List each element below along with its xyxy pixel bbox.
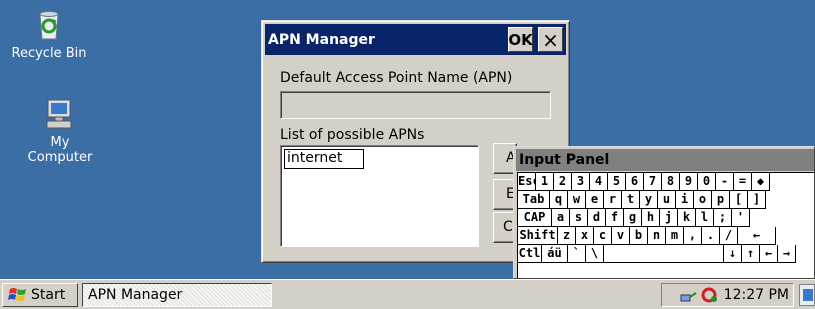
- keyboard-row: CAP a s d f g h j k l; ': [518, 209, 750, 227]
- my-computer-label-1: My: [50, 135, 70, 150]
- dialog-title: APN Manager: [268, 32, 375, 48]
- key-=[interactable]: =: [734, 173, 752, 191]
- key-l[interactable]: l: [696, 209, 714, 227]
- key-space[interactable]: [604, 245, 724, 263]
- taskbar: Start APN Manager 12:27 PM: [0, 279, 815, 309]
- key-2[interactable]: 2: [554, 173, 572, 191]
- key-Tab[interactable]: Tab: [518, 191, 550, 209]
- keyboard-row: Tab q w e r t y u i o p[]: [518, 191, 766, 209]
- key-CAP[interactable]: CAP: [518, 209, 552, 227]
- key-y[interactable]: y: [640, 191, 658, 209]
- key-r[interactable]: r: [604, 191, 622, 209]
- key-\[interactable]: \: [586, 245, 604, 263]
- apn-list-item[interactable]: internet: [284, 149, 364, 169]
- key-][interactable]: ]: [748, 191, 766, 209]
- key-◆[interactable]: ◆: [752, 173, 770, 191]
- key-'[interactable]: ': [732, 209, 750, 227]
- my-computer-label-2: Computer: [27, 150, 93, 165]
- key-n[interactable]: n: [648, 227, 666, 245]
- key-c[interactable]: c: [594, 227, 612, 245]
- key-Esc[interactable]: Esc: [518, 173, 536, 191]
- key-z[interactable]: z: [558, 227, 576, 245]
- close-button[interactable]: ×: [538, 27, 563, 52]
- key-u[interactable]: u: [658, 191, 676, 209]
- clock[interactable]: 12:27 PM: [724, 287, 789, 303]
- keyboard-row: Esc1234567890-=◆: [518, 173, 770, 191]
- key-Ctl[interactable]: Ctl: [518, 245, 542, 263]
- key-k[interactable]: k: [678, 209, 696, 227]
- key-/[interactable]: /: [720, 227, 738, 245]
- keyboard-row: Ctl áü ` \ ↓ ↑ ← →: [518, 245, 796, 263]
- key-e[interactable]: e: [586, 191, 604, 209]
- taskbar-apn-manager[interactable]: APN Manager: [82, 283, 272, 307]
- key-4[interactable]: 4: [590, 173, 608, 191]
- key-7[interactable]: 7: [644, 173, 662, 191]
- recycle-bin-icon[interactable]: Recycle Bin: [8, 8, 90, 61]
- key-,[interactable]: ,: [684, 227, 702, 245]
- start-button[interactable]: Start: [2, 283, 78, 307]
- key-a[interactable]: a: [552, 209, 570, 227]
- start-label: Start: [31, 287, 66, 303]
- input-panel-title: Input Panel: [519, 152, 610, 168]
- key-→[interactable]: →: [778, 245, 796, 263]
- key-↑[interactable]: ↑: [742, 245, 760, 263]
- key-9[interactable]: 9: [680, 173, 698, 191]
- keyboard-row: Shift z x c v b n m,. / ←: [518, 227, 776, 245]
- key-o[interactable]: o: [694, 191, 712, 209]
- key-Shift[interactable]: Shift: [518, 227, 558, 245]
- computer-icon: [43, 97, 77, 131]
- apn-list-box[interactable]: internet: [280, 145, 479, 247]
- key-q[interactable]: q: [550, 191, 568, 209]
- key-6[interactable]: 6: [626, 173, 644, 191]
- key-;[interactable]: ;: [714, 209, 732, 227]
- key-i[interactable]: i: [676, 191, 694, 209]
- key-0[interactable]: 0: [698, 173, 716, 191]
- apn-list-label: List of possible APNs: [280, 127, 425, 143]
- key-←[interactable]: ←: [760, 245, 778, 263]
- recycle-bin-icon-image: [32, 8, 66, 42]
- key-b[interactable]: b: [630, 227, 648, 245]
- key-p[interactable]: p: [712, 191, 730, 209]
- key-←[interactable]: ←: [738, 227, 776, 245]
- recycle-bin-label: Recycle Bin: [11, 46, 87, 61]
- key-[[interactable]: [: [730, 191, 748, 209]
- default-apn-label: Default Access Point Name (APN): [280, 70, 513, 86]
- key-v[interactable]: v: [612, 227, 630, 245]
- key-g[interactable]: g: [624, 209, 642, 227]
- network-icon[interactable]: [680, 287, 698, 303]
- my-computer-icon[interactable]: My Computer: [15, 97, 105, 165]
- key-`[interactable]: `: [568, 245, 586, 263]
- key-m[interactable]: m: [666, 227, 684, 245]
- connection-icon[interactable]: [700, 287, 718, 303]
- dialog-title-bar[interactable]: APN Manager OK ×: [265, 24, 566, 55]
- key-8[interactable]: 8: [662, 173, 680, 191]
- key-w[interactable]: w: [568, 191, 586, 209]
- key-t[interactable]: t: [622, 191, 640, 209]
- soft-keyboard: Esc1234567890-=◆Tabqwertyuiop[]CAPasdfgh…: [517, 172, 814, 278]
- input-panel: Input Panel Esc1234567890-=◆Tabqwertyuio…: [513, 146, 815, 279]
- key-s[interactable]: s: [570, 209, 588, 227]
- key-5[interactable]: 5: [608, 173, 626, 191]
- key-.[interactable]: .: [702, 227, 720, 245]
- key--[interactable]: -: [716, 173, 734, 191]
- system-tray: 12:27 PM: [661, 283, 794, 307]
- key-j[interactable]: j: [660, 209, 678, 227]
- default-apn-input[interactable]: [280, 91, 551, 119]
- ok-button[interactable]: OK: [508, 27, 533, 52]
- key-f[interactable]: f: [606, 209, 624, 227]
- windows-flag-icon: [8, 286, 28, 304]
- desktop-toggle-icon[interactable]: [799, 284, 815, 306]
- key-1[interactable]: 1: [536, 173, 554, 191]
- key-3[interactable]: 3: [572, 173, 590, 191]
- input-panel-title-bar[interactable]: Input Panel: [516, 149, 814, 171]
- key-áü[interactable]: áü: [542, 245, 568, 263]
- key-d[interactable]: d: [588, 209, 606, 227]
- key-x[interactable]: x: [576, 227, 594, 245]
- key-h[interactable]: h: [642, 209, 660, 227]
- key-↓[interactable]: ↓: [724, 245, 742, 263]
